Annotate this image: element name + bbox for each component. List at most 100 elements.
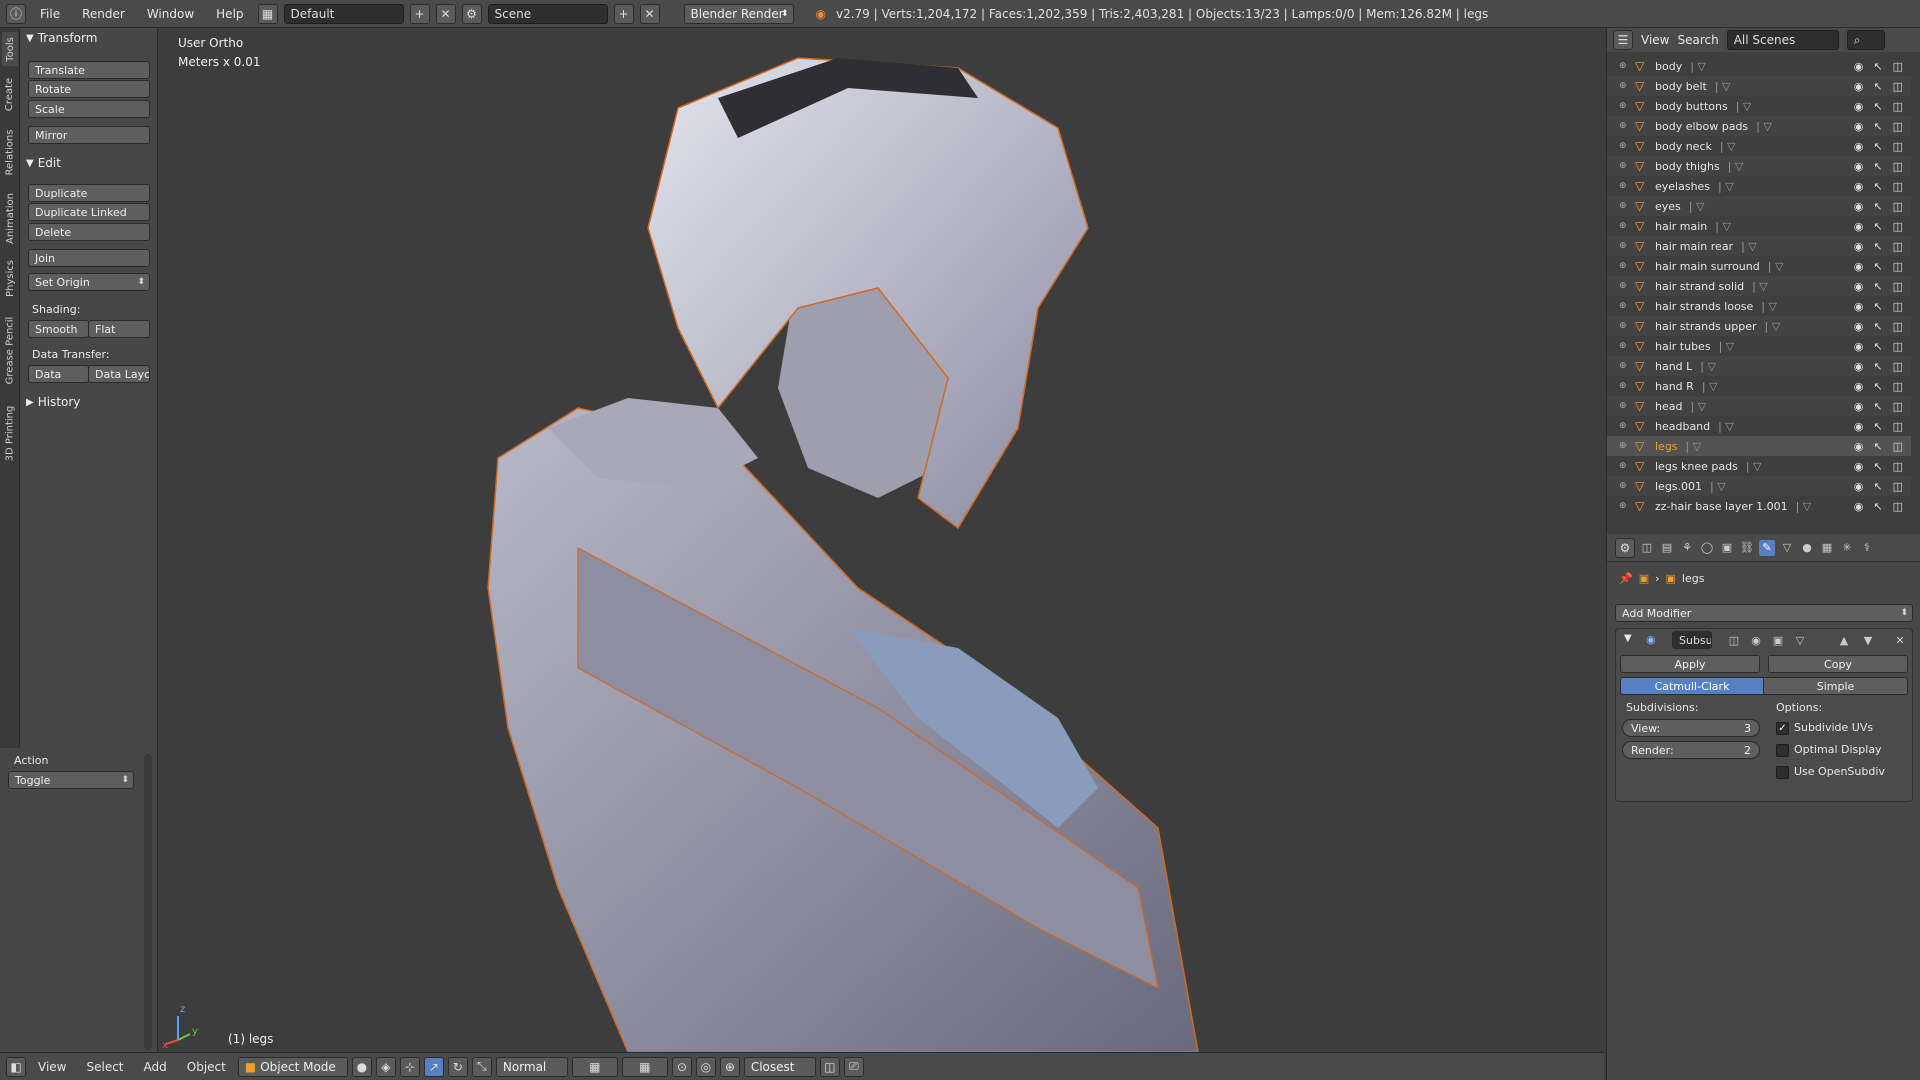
selectable-cursor-icon[interactable]: ↖ xyxy=(1873,440,1882,453)
view-levels-field[interactable]: View: 3 xyxy=(1622,719,1760,737)
expand-plus-icon[interactable]: ⊕ xyxy=(1619,101,1635,111)
selectable-cursor-icon[interactable]: ↖ xyxy=(1873,420,1882,433)
expand-plus-icon[interactable]: ⊕ xyxy=(1619,401,1635,411)
selectable-cursor-icon[interactable]: ↖ xyxy=(1873,400,1882,413)
outliner-type-icon[interactable]: ☰ xyxy=(1613,30,1633,50)
selectable-cursor-icon[interactable]: ↖ xyxy=(1873,340,1882,353)
outliner-row[interactable]: ⊕ ▽ hair strand solid | ▽ ◉ ↖ ◫ xyxy=(1607,276,1911,296)
visibility-eye-icon[interactable]: ◉ xyxy=(1854,420,1864,433)
render-camera-icon[interactable]: ◫ xyxy=(1893,320,1903,333)
simple-button[interactable]: Simple xyxy=(1763,677,1908,695)
render-toggle-icon[interactable]: ◫ xyxy=(1726,632,1742,648)
render-camera-icon[interactable]: ◫ xyxy=(1893,480,1903,493)
outliner-item-name[interactable]: hand R xyxy=(1655,380,1694,393)
tab-create[interactable]: Create xyxy=(2,72,18,116)
3d-viewport[interactable]: User Ortho Meters x 0.01 z y x (1) legs xyxy=(158,28,1604,1052)
render-camera-icon[interactable]: ◫ xyxy=(1893,500,1903,513)
selectable-cursor-icon[interactable]: ↖ xyxy=(1873,180,1882,193)
world-tab-icon[interactable]: ◯ xyxy=(1699,540,1715,556)
tab-3d-printing[interactable]: 3D Printing xyxy=(2,398,18,468)
outliner-item-name[interactable]: eyes xyxy=(1655,200,1681,213)
expand-plus-icon[interactable]: ⊕ xyxy=(1619,61,1635,71)
material-tab-icon[interactable]: ● xyxy=(1799,540,1815,556)
render-camera-icon[interactable]: ◫ xyxy=(1893,100,1903,113)
selectable-cursor-icon[interactable]: ↖ xyxy=(1873,120,1882,133)
edit-panel-header[interactable]: ▼ Edit xyxy=(26,156,61,170)
visibility-eye-icon[interactable]: ◉ xyxy=(1854,360,1864,373)
outliner-item-name[interactable]: body belt xyxy=(1655,80,1707,93)
set-origin-dropdown[interactable]: Set Origin ⬍ xyxy=(28,273,150,291)
visibility-eye-icon[interactable]: ◉ xyxy=(1854,120,1864,133)
selectable-cursor-icon[interactable]: ↖ xyxy=(1873,260,1882,273)
outliner-item-name[interactable]: zz-hair base layer 1.001 xyxy=(1655,500,1788,513)
collapse-triangle-icon[interactable]: ▼ xyxy=(1624,633,1632,644)
selectable-cursor-icon[interactable]: ↖ xyxy=(1873,500,1882,513)
data-transfer-button[interactable]: Data xyxy=(28,365,89,383)
info-editor-type-icon[interactable]: ⓘ xyxy=(6,3,26,24)
scale-button[interactable]: Scale xyxy=(28,100,150,118)
layers-grid-2-icon[interactable]: ▦ xyxy=(621,1056,668,1077)
object-tab-icon[interactable]: ▣ xyxy=(1719,540,1735,556)
selectable-cursor-icon[interactable]: ↖ xyxy=(1873,200,1882,213)
outliner-row[interactable]: ⊕ ▽ hair tubes | ▽ ◉ ↖ ◫ xyxy=(1607,336,1911,356)
outliner-item-name[interactable]: body xyxy=(1655,60,1682,73)
menu-window[interactable]: Window xyxy=(139,7,202,21)
action-dropdown[interactable]: Toggle ⬍ xyxy=(8,771,134,789)
render-engine-select[interactable]: Blender Render ⬍ xyxy=(683,3,794,24)
outliner-row[interactable]: ⊕ ▽ hair main | ▽ ◉ ↖ ◫ xyxy=(1607,216,1911,236)
visibility-eye-icon[interactable]: ◉ xyxy=(1854,180,1864,193)
rotate-manipulator-icon[interactable]: ↻ xyxy=(447,1056,468,1077)
selectable-cursor-icon[interactable]: ↖ xyxy=(1873,240,1882,253)
rotate-button[interactable]: Rotate xyxy=(28,80,150,98)
outliner-row[interactable]: ⊕ ▽ legs knee pads | ▽ ◉ ↖ ◫ xyxy=(1607,456,1911,476)
modifiers-wrench-icon[interactable]: ✎ xyxy=(1759,539,1775,556)
expand-plus-icon[interactable]: ⊕ xyxy=(1619,161,1635,171)
menu-render[interactable]: Render xyxy=(74,7,133,21)
move-up-icon[interactable]: ▲ xyxy=(1836,632,1852,648)
outliner-row[interactable]: ⊕ ▽ head | ▽ ◉ ↖ ◫ xyxy=(1607,396,1911,416)
render-camera-icon[interactable]: ◫ xyxy=(1893,80,1903,93)
outliner-item-name[interactable]: hair main xyxy=(1655,220,1707,233)
expand-plus-icon[interactable]: ⊕ xyxy=(1619,301,1635,311)
render-camera-icon[interactable]: ◫ xyxy=(1893,360,1903,373)
visibility-eye-icon[interactable]: ◉ xyxy=(1854,500,1864,513)
properties-type-icon[interactable]: ⚙ xyxy=(1615,537,1635,558)
outliner-row[interactable]: ⊕ ▽ hair main surround | ▽ ◉ ↖ ◫ xyxy=(1607,256,1911,276)
viewport-shading-icon[interactable]: ● xyxy=(351,1056,372,1077)
outliner-row[interactable]: ⊕ ▽ headband | ▽ ◉ ↖ ◫ xyxy=(1607,416,1911,436)
render-camera-icon[interactable]: ◫ xyxy=(1893,260,1903,273)
history-panel-header[interactable]: ▶ History xyxy=(26,395,80,409)
translate-button[interactable]: Translate xyxy=(28,61,150,79)
render-camera-icon[interactable]: ◫ xyxy=(1893,180,1903,193)
transform-orientation-select[interactable]: Normal xyxy=(495,1056,568,1077)
scene-field[interactable]: Scene xyxy=(487,3,608,24)
selectable-cursor-icon[interactable]: ↖ xyxy=(1873,80,1882,93)
outliner-search-field[interactable]: ⌕ xyxy=(1846,30,1885,50)
render-camera-icon[interactable]: ◫ xyxy=(1893,380,1903,393)
expand-plus-icon[interactable]: ⊕ xyxy=(1619,261,1635,271)
render-camera-icon[interactable]: ◫ xyxy=(1893,220,1903,233)
outliner-row[interactable]: ⊕ ▽ body elbow pads | ▽ ◉ ↖ ◫ xyxy=(1607,116,1911,136)
visibility-eye-icon[interactable]: ◉ xyxy=(1854,280,1864,293)
outliner-item-name[interactable]: body neck xyxy=(1655,140,1712,153)
outliner-item-name[interactable]: hair main surround xyxy=(1655,260,1760,273)
expand-plus-icon[interactable]: ⊕ xyxy=(1619,121,1635,131)
menu-help[interactable]: Help xyxy=(208,7,251,21)
outliner-row[interactable]: ⊕ ▽ hair strands upper | ▽ ◉ ↖ ◫ xyxy=(1607,316,1911,336)
visibility-eye-icon[interactable]: ◉ xyxy=(1854,480,1864,493)
physics-tab-icon[interactable]: ⚕ xyxy=(1859,540,1875,556)
visibility-eye-icon[interactable]: ◉ xyxy=(1748,632,1764,648)
outliner-row[interactable]: ⊕ ▽ body thighs | ▽ ◉ ↖ ◫ xyxy=(1607,156,1911,176)
render-levels-field[interactable]: Render: 2 xyxy=(1622,741,1760,759)
outliner-row[interactable]: ⊕ ▽ body buttons | ▽ ◉ ↖ ◫ xyxy=(1607,96,1911,116)
selectable-cursor-icon[interactable]: ↖ xyxy=(1873,160,1882,173)
layers-grid-icon[interactable]: ▦ xyxy=(571,1056,618,1077)
outliner-item-name[interactable]: body elbow pads xyxy=(1655,120,1748,133)
scale-manipulator-icon[interactable]: ⤡ xyxy=(471,1056,492,1077)
proportional-edit-icon[interactable]: ◎ xyxy=(695,1056,716,1077)
remove-modifier-icon[interactable]: ✕ xyxy=(1892,632,1908,648)
copy-button[interactable]: Copy xyxy=(1768,655,1908,673)
transform-panel-header[interactable]: ▼ Transform xyxy=(26,31,97,45)
outliner-row[interactable]: ⊕ ▽ eyelashes | ▽ ◉ ↖ ◫ xyxy=(1607,176,1911,196)
render-layers-tab-icon[interactable]: ▤ xyxy=(1659,540,1675,556)
